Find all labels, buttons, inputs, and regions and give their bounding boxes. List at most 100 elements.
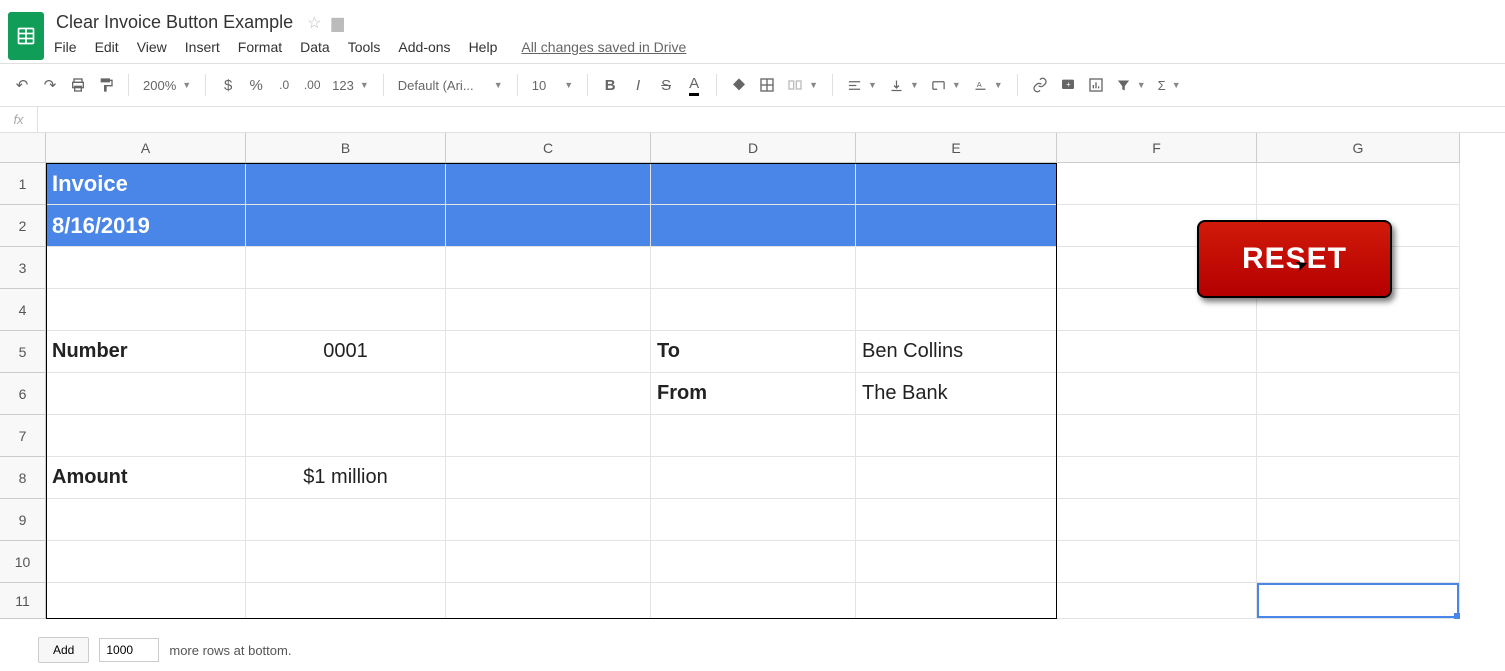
menu-tools[interactable]: Tools <box>348 39 381 55</box>
cell-B5[interactable]: 0001 <box>246 331 446 373</box>
filter-icon[interactable]: ▼ <box>1112 78 1150 93</box>
menu-help[interactable]: Help <box>469 39 498 55</box>
document-title[interactable]: Clear Invoice Button Example <box>52 10 297 35</box>
row-head-2[interactable]: 2 <box>0 205 46 247</box>
col-head-D[interactable]: D <box>651 133 856 163</box>
cell-A5[interactable]: Number <box>46 331 246 373</box>
cell-B2[interactable] <box>246 205 446 247</box>
cell-E6[interactable]: The Bank <box>856 373 1057 415</box>
fill-color-icon[interactable] <box>727 71 751 99</box>
cell-G6[interactable] <box>1257 373 1460 415</box>
col-head-F[interactable]: F <box>1057 133 1257 163</box>
cell-C2[interactable] <box>446 205 651 247</box>
cell-B8[interactable]: $1 million <box>246 457 446 499</box>
row-head-4[interactable]: 4 <box>0 289 46 331</box>
row-head-6[interactable]: 6 <box>0 373 46 415</box>
strikethrough-icon[interactable]: S <box>654 71 678 99</box>
functions-icon[interactable]: Σ▼ <box>1154 78 1185 93</box>
percent-icon[interactable]: % <box>244 71 268 99</box>
horizontal-align-icon[interactable]: ▼ <box>843 78 881 93</box>
cell-G8[interactable] <box>1257 457 1460 499</box>
row-head-7[interactable]: 7 <box>0 415 46 457</box>
cell-A2[interactable]: 8/16/2019 <box>46 205 246 247</box>
text-wrap-icon[interactable]: ▼ <box>927 78 965 93</box>
cell-F8[interactable] <box>1057 457 1257 499</box>
menu-data[interactable]: Data <box>300 39 330 55</box>
cell-D3[interactable] <box>651 247 856 289</box>
cell-C8[interactable] <box>446 457 651 499</box>
col-head-E[interactable]: E <box>856 133 1057 163</box>
merge-cells-icon[interactable]: ▼ <box>783 77 822 93</box>
cell-D8[interactable] <box>651 457 856 499</box>
cell-G5[interactable] <box>1257 331 1460 373</box>
row-head-10[interactable]: 10 <box>0 541 46 583</box>
row-head-8[interactable]: 8 <box>0 457 46 499</box>
cell-A11[interactable] <box>46 583 246 619</box>
cell-F10[interactable] <box>1057 541 1257 583</box>
text-color-icon[interactable]: A <box>682 71 706 99</box>
cell-D11[interactable] <box>651 583 856 619</box>
cell-C6[interactable] <box>446 373 651 415</box>
save-status[interactable]: All changes saved in Drive <box>521 39 686 55</box>
italic-icon[interactable]: I <box>626 71 650 99</box>
cell-C11[interactable] <box>446 583 651 619</box>
font-select[interactable]: Default (Ari...▼ <box>394 78 507 93</box>
cell-F1[interactable] <box>1057 163 1257 205</box>
move-folder-icon[interactable]: ▆ <box>331 13 343 33</box>
menu-format[interactable]: Format <box>238 39 282 55</box>
cell-C3[interactable] <box>446 247 651 289</box>
cell-D5[interactable]: To <box>651 331 856 373</box>
cell-B9[interactable] <box>246 499 446 541</box>
cell-C7[interactable] <box>446 415 651 457</box>
col-head-B[interactable]: B <box>246 133 446 163</box>
cell-A4[interactable] <box>46 289 246 331</box>
star-icon[interactable]: ☆ <box>307 13 321 33</box>
number-format-select[interactable]: 123▼ <box>328 78 373 93</box>
cell-F6[interactable] <box>1057 373 1257 415</box>
add-rows-button[interactable]: Add <box>38 637 89 663</box>
spreadsheet-grid[interactable]: ABCDEFG 1234567891011 Invoice8/16/2019Nu… <box>0 133 1505 631</box>
cell-D4[interactable] <box>651 289 856 331</box>
formula-input[interactable] <box>38 107 1505 132</box>
cell-C1[interactable] <box>446 163 651 205</box>
col-head-A[interactable]: A <box>46 133 246 163</box>
sheets-logo-icon[interactable] <box>8 12 44 60</box>
cell-D2[interactable] <box>651 205 856 247</box>
cell-D1[interactable] <box>651 163 856 205</box>
cell-C4[interactable] <box>446 289 651 331</box>
menu-view[interactable]: View <box>137 39 167 55</box>
cell-A9[interactable] <box>46 499 246 541</box>
borders-icon[interactable] <box>755 71 779 99</box>
cell-G10[interactable] <box>1257 541 1460 583</box>
cell-D9[interactable] <box>651 499 856 541</box>
cell-D10[interactable] <box>651 541 856 583</box>
row-head-3[interactable]: 3 <box>0 247 46 289</box>
cell-A10[interactable] <box>46 541 246 583</box>
row-head-5[interactable]: 5 <box>0 331 46 373</box>
insert-comment-icon[interactable]: + <box>1056 71 1080 99</box>
cell-E2[interactable] <box>856 205 1057 247</box>
cell-F7[interactable] <box>1057 415 1257 457</box>
increase-decimal-icon[interactable]: .00 <box>300 71 324 99</box>
currency-icon[interactable]: $ <box>216 71 240 99</box>
col-head-C[interactable]: C <box>446 133 651 163</box>
add-rows-count-input[interactable] <box>99 638 159 662</box>
cell-C9[interactable] <box>446 499 651 541</box>
cell-C10[interactable] <box>446 541 651 583</box>
cell-F9[interactable] <box>1057 499 1257 541</box>
cell-E5[interactable]: Ben Collins <box>856 331 1057 373</box>
cell-G7[interactable] <box>1257 415 1460 457</box>
cell-E4[interactable] <box>856 289 1057 331</box>
cell-A6[interactable] <box>46 373 246 415</box>
row-head-1[interactable]: 1 <box>0 163 46 205</box>
insert-link-icon[interactable] <box>1028 71 1052 99</box>
cell-B10[interactable] <box>246 541 446 583</box>
cell-G1[interactable] <box>1257 163 1460 205</box>
paint-format-icon[interactable] <box>94 71 118 99</box>
cell-B11[interactable] <box>246 583 446 619</box>
reset-button[interactable]: RESET <box>1197 220 1392 298</box>
cell-B4[interactable] <box>246 289 446 331</box>
cell-A3[interactable] <box>46 247 246 289</box>
zoom-select[interactable]: 200%▼ <box>139 78 195 93</box>
text-rotation-icon[interactable]: A▼ <box>969 78 1007 93</box>
